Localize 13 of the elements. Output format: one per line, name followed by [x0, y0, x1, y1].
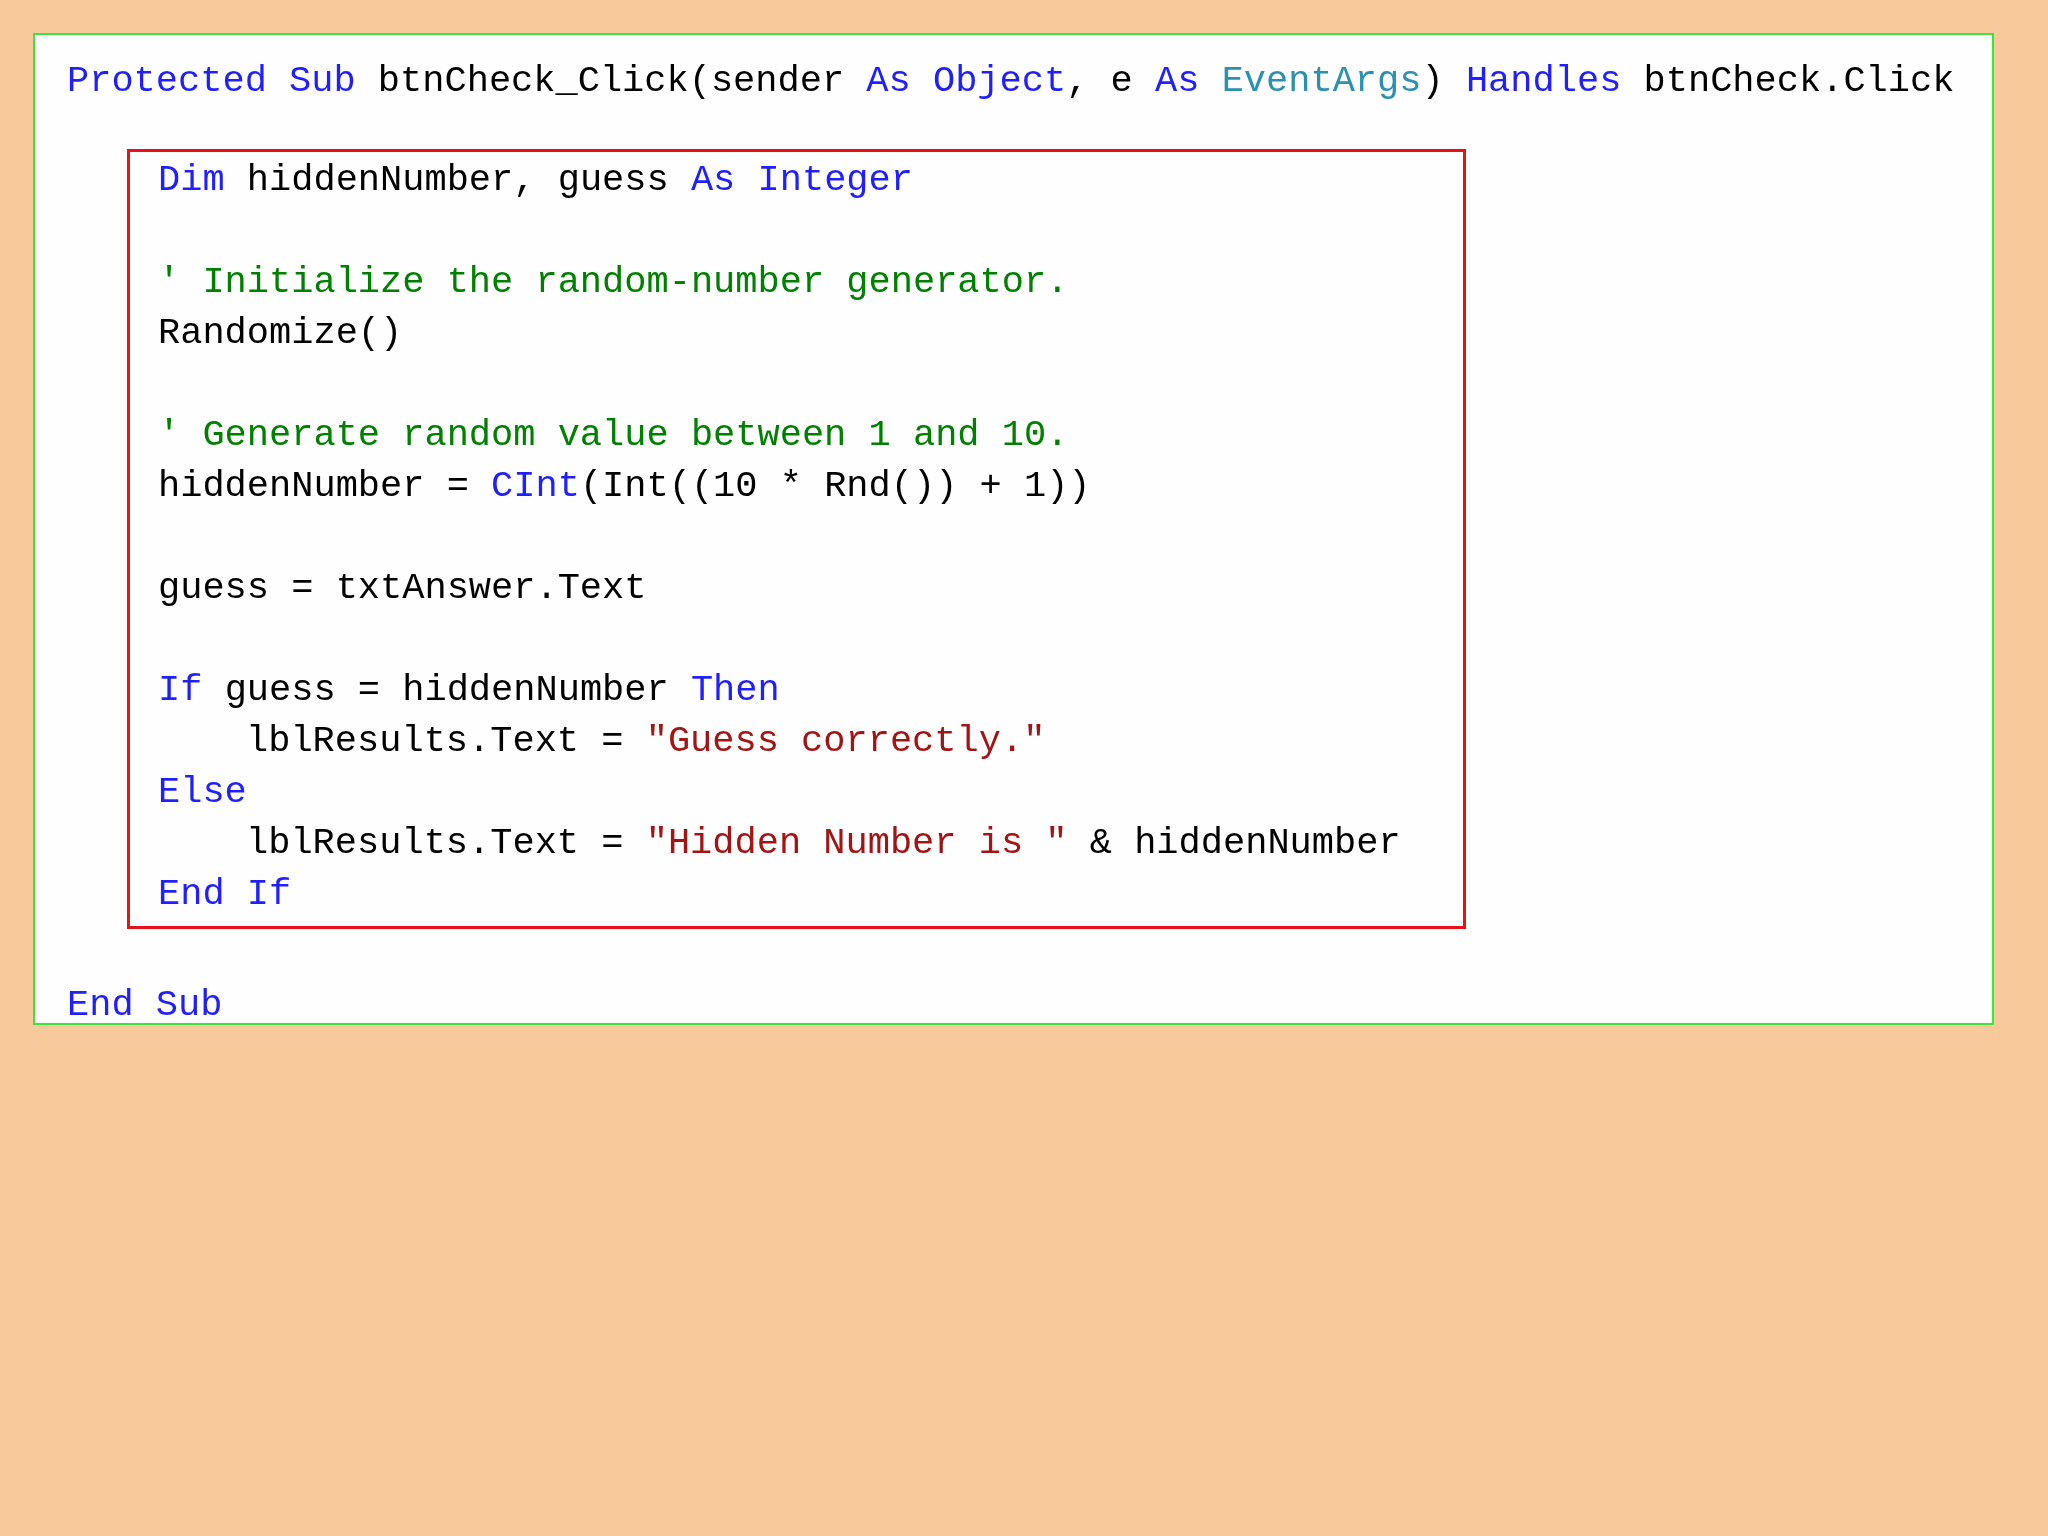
code-line: Randomize()	[158, 311, 403, 356]
code-line: Else	[158, 770, 247, 815]
code-line: Dim hiddenNumber, guess As Integer	[158, 158, 913, 203]
code-line: hiddenNumber = CInt(Int((10 * Rnd()) + 1))	[158, 464, 1091, 509]
code-line: lblResults.Text = "Hidden Number is " & hiddenNumber	[246, 821, 1401, 866]
code-line: If guess = hiddenNumber Then	[158, 668, 780, 713]
code-line: lblResults.Text = "Guess correctly."	[246, 719, 1046, 764]
code-line: ' Initialize the random-number generator.	[158, 260, 1069, 305]
code-line: guess = txtAnswer.Text	[158, 566, 647, 611]
code-line: End If	[158, 872, 292, 917]
code-line: ' Generate random value between 1 and 10.	[158, 413, 1069, 458]
code-line: End Sub	[67, 983, 223, 1028]
code-line: Protected Sub btnCheck_Click(sender As Object, e As EventArgs) Handles btnCheck.Click	[67, 59, 1955, 104]
